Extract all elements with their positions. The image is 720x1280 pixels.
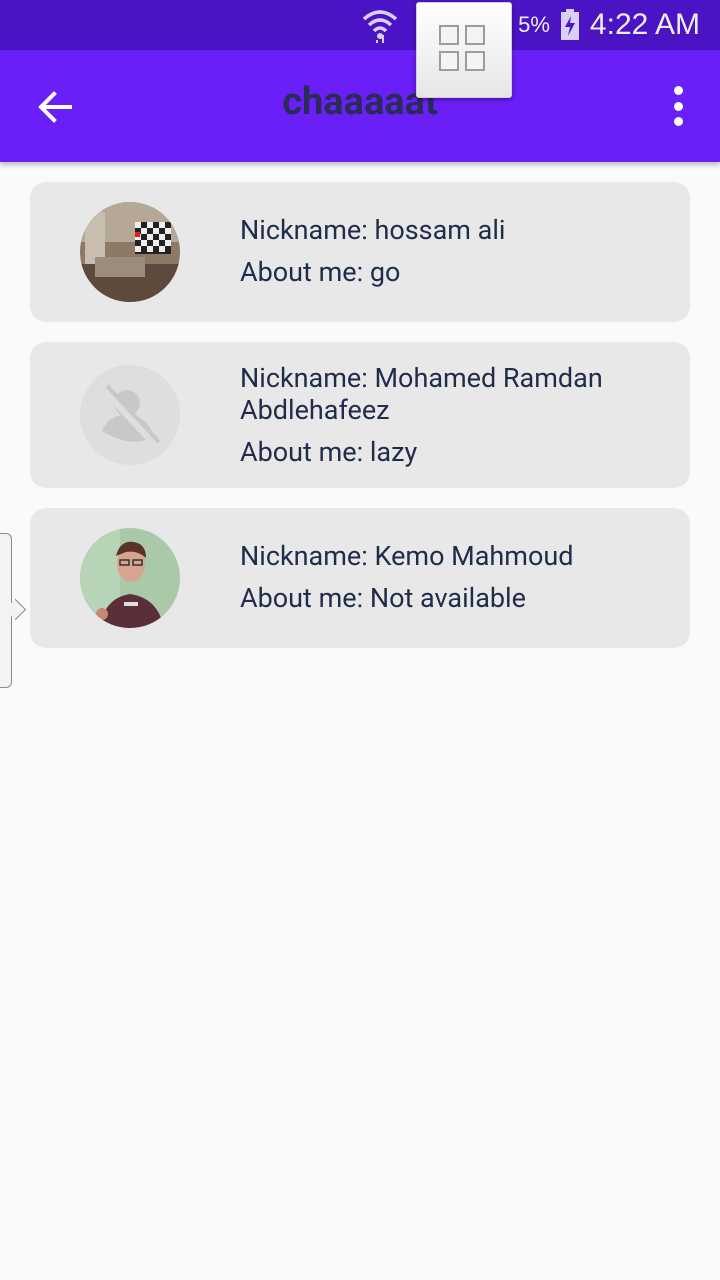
more-vert-icon-dot [673,101,683,111]
user-card[interactable]: Nickname: hossam ali About me: go [30,182,690,322]
edge-panel-handle[interactable] [0,533,12,688]
user-card[interactable]: Nickname: Kemo Mahmoud About me: Not ava… [30,508,690,648]
battery-percentage: 5% [518,12,550,37]
avatar [80,528,180,628]
status-bar-right: 5% 4:22 AM [362,0,700,50]
app-bar: chaaaaat [0,50,720,162]
more-vert-icon-dot [673,86,683,95]
status-bar: 5% 4:22 AM [0,0,720,50]
battery-charging-icon [560,9,579,40]
nickname-text: Nickname: Kemo Mahmoud [240,540,574,572]
avatar [80,365,180,465]
more-options-button[interactable] [666,86,690,126]
wifi-icon [362,10,398,43]
more-vert-icon-dot [673,117,683,126]
user-info: Nickname: Mohamed Ramdan Abdlehafeez Abo… [240,362,650,468]
status-time: 4:22 AM [589,8,700,41]
nickname-text: Nickname: Mohamed Ramdan Abdlehafeez [240,362,603,426]
avatar [80,202,180,302]
about-text: About me: lazy [240,436,418,468]
floating-grid-widget[interactable] [416,2,512,98]
user-info: Nickname: Kemo Mahmoud About me: Not ava… [240,540,650,614]
user-card[interactable]: Nickname: Mohamed Ramdan Abdlehafeez Abo… [30,342,690,488]
nickname-text: Nickname: hossam ali [240,214,506,246]
about-text: About me: Not available [240,582,526,614]
about-text: About me: go [240,256,401,288]
page-title: chaaaaat [282,80,438,124]
user-info: Nickname: hossam ali About me: go [240,214,650,288]
user-list: Nickname: hossam ali About me: go Nickna… [30,182,690,668]
